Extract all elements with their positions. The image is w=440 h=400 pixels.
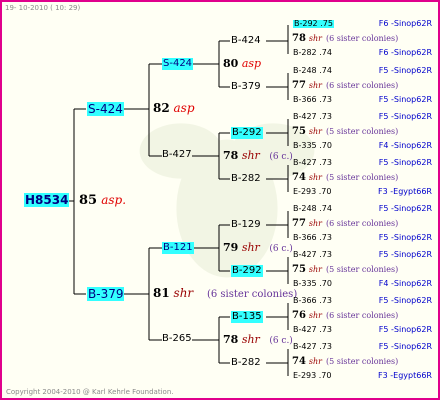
location-label: F5 -Sinop62R: [378, 66, 432, 75]
g4-mid-score: 76 shr (6 sister colonies): [292, 311, 398, 321]
g4-race: shr: [308, 173, 323, 182]
g4-bottom-id[interactable]: B-366 .73: [293, 96, 332, 104]
g4-num: 78: [292, 33, 306, 44]
g1-queen-id[interactable]: S-424: [87, 102, 124, 116]
g2-score-1: 80 asp: [223, 57, 262, 70]
g3-id-6[interactable]: B-292: [231, 265, 263, 277]
g4-num: 77: [292, 218, 306, 229]
g4-num: 74: [292, 356, 306, 367]
location-label: F4 -Sinop62R: [378, 279, 432, 288]
g4-mid-score: 74 shr (5 sister colonies): [292, 173, 398, 183]
g4-note: (5 sister colonies): [326, 127, 399, 136]
g4-top-id[interactable]: B-427 .73: [293, 251, 332, 259]
g4-race: shr: [308, 357, 323, 366]
g1-drone-id[interactable]: B-379: [87, 287, 125, 301]
g2-score-4: 78 shr (6 c.): [223, 333, 293, 346]
g4-mid-score: 75 shr (5 sister colonies): [292, 127, 398, 137]
g4-race: shr: [308, 81, 323, 90]
g4-bottom-id[interactable]: B-335 .70: [293, 142, 332, 150]
g4-top-id[interactable]: B-427 .73: [293, 159, 332, 167]
g4-bottom-id[interactable]: B-366 .73: [293, 234, 332, 242]
g4-mid-score: 77 shr (6 sister colonies): [292, 81, 398, 91]
g4-note: (6 sister colonies): [326, 311, 399, 320]
g4-note: (5 sister colonies): [326, 173, 399, 182]
g4-num: 76: [292, 310, 306, 321]
g2-id-4[interactable]: B-265: [162, 334, 192, 344]
g4-race: shr: [308, 265, 323, 274]
location-label: F3 -Egypt66R: [378, 371, 432, 380]
location-label: F5 -Sinop62R: [378, 95, 432, 104]
location-label: F5 -Sinop62R: [378, 325, 432, 334]
g4-race: shr: [308, 127, 323, 136]
location-label: F5 -Sinop62R: [378, 158, 432, 167]
location-label: F6 -Sinop62R: [378, 19, 432, 28]
g4-note: (6 sister colonies): [326, 81, 399, 90]
g4-num: 77: [292, 80, 306, 91]
g4-top-id[interactable]: B-366 .73: [293, 297, 332, 305]
g3-id-5[interactable]: B-129: [231, 220, 261, 230]
location-label: F6 -Sinop62R: [378, 48, 432, 57]
g4-note: (5 sister colonies): [326, 265, 399, 274]
g3-id-7[interactable]: B-135: [231, 311, 263, 323]
g4-mid-score: 77 shr (6 sister colonies): [292, 219, 398, 229]
g2-id-3[interactable]: B-121: [162, 242, 194, 254]
g4-bottom-id[interactable]: E-293 .70: [293, 188, 331, 196]
g4-top-id[interactable]: B-248 .74: [293, 205, 332, 213]
g4-note: (6 sister colonies): [326, 34, 399, 43]
g1-queen-score: 82 asp: [153, 101, 195, 115]
g4-race: shr: [308, 34, 323, 43]
location-label: F5 -Sinop62R: [378, 250, 432, 259]
pedigree-frame: 19- 10-2010 ( 10: 29) H8534 85 asp. S-42…: [0, 0, 440, 400]
g4-bottom-id[interactable]: B-335 .70: [293, 280, 332, 288]
g4-note: (6 sister colonies): [326, 219, 399, 228]
g2-score-2: 78 shr (6 c.): [223, 149, 293, 162]
g3-id-1[interactable]: B-424: [231, 36, 261, 46]
g3-id-2[interactable]: B-379: [231, 82, 261, 92]
g4-bottom-id[interactable]: B-427 .73: [293, 326, 332, 334]
g2-id-2[interactable]: B-427: [162, 150, 192, 160]
g4-race: shr: [308, 311, 323, 320]
root-colony-id[interactable]: H8534: [24, 193, 70, 207]
location-label: F5 -Sinop62R: [378, 233, 432, 242]
g4-num: 75: [292, 126, 306, 137]
g4-mid-score: 78 shr (6 sister colonies): [292, 34, 398, 44]
g4-bottom-id[interactable]: B-282 .74: [293, 49, 332, 57]
g4-mid-score: 75 shr (5 sister colonies): [292, 265, 398, 275]
g4-top-id[interactable]: B-292 .75: [293, 20, 334, 28]
g4-mid-score: 74 shr (5 sister colonies): [292, 357, 398, 367]
location-label: F5 -Sinop62R: [378, 204, 432, 213]
g4-top-id[interactable]: B-248 .74: [293, 67, 332, 75]
g4-bottom-id[interactable]: E-293 .70: [293, 372, 331, 380]
location-label: F3 -Egypt66R: [378, 187, 432, 196]
g3-id-4[interactable]: B-282: [231, 174, 261, 184]
timestamp: 19- 10-2010 ( 10: 29): [5, 4, 81, 12]
g2-score-3: 79 shr (6 c.): [223, 241, 293, 254]
g4-num: 75: [292, 264, 306, 275]
g4-num: 74: [292, 172, 306, 183]
location-label: F5 -Sinop62R: [378, 342, 432, 351]
g1-drone-score: 81 shr (6 sister colonies): [153, 286, 298, 300]
g3-id-3[interactable]: B-292: [231, 127, 263, 139]
location-label: F5 -Sinop62R: [378, 112, 432, 121]
g4-top-id[interactable]: B-427 .73: [293, 343, 332, 351]
copyright: Copyright 2004-2010 @ Karl Kehrle Founda…: [6, 388, 174, 396]
g2-id-1[interactable]: S-424: [162, 58, 194, 70]
root-score: 85 asp.: [79, 193, 127, 208]
root-race: asp.: [101, 193, 127, 207]
g4-note: (5 sister colonies): [326, 357, 399, 366]
g4-top-id[interactable]: B-427 .73: [293, 113, 332, 121]
g3-id-8[interactable]: B-282: [231, 358, 261, 368]
location-label: F5 -Sinop62R: [378, 296, 432, 305]
location-label: F4 -Sinop62R: [378, 141, 432, 150]
g4-race: shr: [308, 219, 323, 228]
